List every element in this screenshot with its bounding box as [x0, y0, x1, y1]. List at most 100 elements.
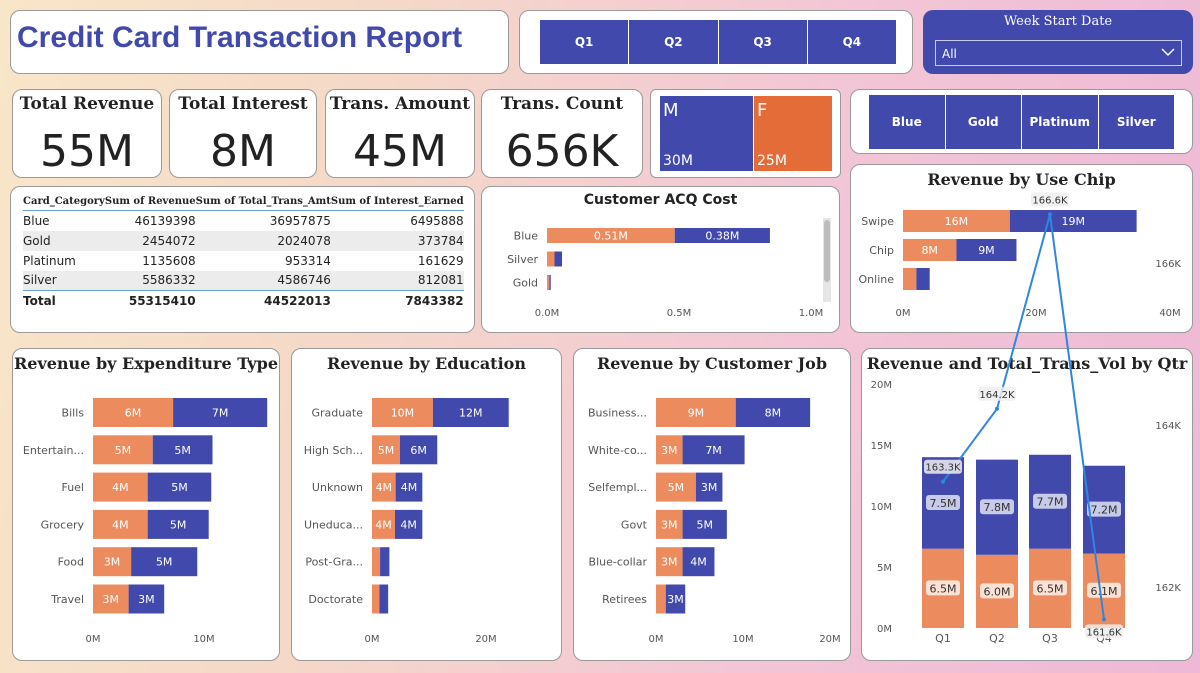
- bar-segment-male: [554, 251, 563, 267]
- data-label: 7.8M: [984, 501, 1011, 514]
- category-label: Food: [58, 556, 84, 569]
- category-label: Post-Gra...: [305, 556, 363, 569]
- y2-tick-label: 166K: [1155, 259, 1181, 270]
- x-tick-label: 0.0M: [535, 308, 560, 319]
- category-label: Govt: [621, 518, 648, 531]
- data-label: 3M: [103, 593, 120, 606]
- line-point: [1048, 212, 1052, 217]
- y-tick-label: 15M: [871, 441, 892, 452]
- category-label: Business...: [588, 407, 647, 420]
- data-label: 4M: [375, 518, 392, 531]
- data-label: 3M: [661, 444, 678, 457]
- data-label: 4M: [401, 481, 418, 494]
- category-label: Bills: [62, 407, 85, 420]
- data-label: 8M: [765, 407, 782, 420]
- bar-segment-female: [547, 251, 555, 267]
- trans-vol-line: [942, 214, 1105, 620]
- data-label: 4M: [112, 518, 129, 531]
- y-tick-label: 0M: [877, 624, 892, 635]
- data-label: 6.0M: [984, 585, 1011, 598]
- data-label: 7.5M: [930, 497, 957, 510]
- data-label: 9M: [978, 244, 995, 257]
- x-tick-label: Q3: [1042, 632, 1058, 645]
- y2-tick-label: 162K: [1155, 583, 1181, 594]
- data-label: 3M: [138, 593, 155, 606]
- data-label: 4M: [112, 481, 129, 494]
- data-label: 6M: [410, 444, 427, 457]
- category-label: Unknown: [312, 481, 363, 494]
- data-label: 7M: [212, 407, 229, 420]
- data-label: 3M: [701, 481, 718, 494]
- charts-layer: Blue 0.51M 0.38M Silver Gold 0.0M 0.5M 1.0M Swip…: [23, 192, 1181, 645]
- category-label: Swipe: [861, 215, 894, 228]
- data-label: 3M: [661, 556, 678, 569]
- data-label: 7M: [705, 444, 722, 457]
- y-tick-label: 5M: [877, 563, 892, 574]
- line-data-label: 163.3K: [925, 463, 961, 474]
- data-label: 4M: [400, 518, 417, 531]
- x-tick-label: 0M: [649, 634, 664, 645]
- data-label: 5M: [378, 444, 395, 457]
- line-data-label: 161.6K: [1086, 627, 1122, 638]
- y-tick-label: 20M: [871, 380, 892, 391]
- line-data-label: 166.6K: [1032, 195, 1068, 206]
- category-label: Blue: [514, 230, 539, 243]
- bar-segment-female: [656, 584, 666, 614]
- x-tick-label: 0.5M: [667, 308, 692, 319]
- x-tick-label: 10M: [732, 634, 753, 645]
- x-tick-label: 0M: [896, 308, 911, 319]
- category-label: Uneduca...: [304, 518, 363, 531]
- bar-segment-male: [916, 268, 930, 290]
- data-label: 3M: [661, 518, 678, 531]
- data-label: 3M: [104, 556, 121, 569]
- data-label: 7.2M: [1091, 504, 1118, 517]
- bar-segment-female: [372, 547, 381, 577]
- category-label: White-co...: [588, 444, 647, 457]
- data-label: 7.7M: [1037, 496, 1064, 509]
- data-label: 6M: [125, 407, 142, 420]
- bar-segment-female: [372, 584, 380, 614]
- x-tick-label: 0M: [365, 634, 380, 645]
- category-label: Fuel: [61, 481, 84, 494]
- x-tick-label: 40M: [1159, 308, 1180, 319]
- bar-segment-female: [547, 275, 550, 290]
- line-data-label: 164.2K: [979, 390, 1015, 401]
- category-label: Gold: [513, 277, 538, 290]
- x-tick-label: 20M: [475, 634, 496, 645]
- data-label: 16M: [945, 215, 969, 228]
- category-label: Silver: [507, 253, 538, 266]
- category-label: Travel: [50, 593, 84, 606]
- category-label: High Sch...: [304, 444, 363, 457]
- bar-segment-male: [379, 584, 389, 614]
- data-label: 0.38M: [705, 230, 739, 243]
- data-label: 6.5M: [1037, 582, 1064, 595]
- data-label: 5M: [668, 481, 685, 494]
- x-tick-label: 10M: [193, 634, 214, 645]
- x-tick-label: Q2: [989, 632, 1005, 645]
- category-label: Retirees: [602, 593, 647, 606]
- data-label: 5M: [174, 444, 191, 457]
- data-label: 19M: [1061, 215, 1085, 228]
- data-label: 4M: [376, 481, 393, 494]
- category-label: Grocery: [41, 518, 85, 531]
- bar-segment-female: [903, 268, 917, 290]
- category-label: Blue-collar: [589, 556, 648, 569]
- bar-segment-male: [380, 547, 390, 577]
- data-label: 6.5M: [930, 582, 957, 595]
- y-tick-label: 10M: [871, 502, 892, 513]
- data-label: 12M: [459, 407, 483, 420]
- data-label: 0.51M: [594, 230, 628, 243]
- category-label: Entertain...: [23, 444, 84, 457]
- data-label: 9M: [688, 407, 705, 420]
- data-label: 3M: [667, 593, 684, 606]
- data-label: 5M: [115, 444, 132, 457]
- bar-segment-male: [549, 275, 551, 290]
- category-label: Selfempl...: [588, 481, 647, 494]
- x-tick-label: Q1: [935, 632, 951, 645]
- data-label: 10M: [391, 407, 415, 420]
- category-label: Graduate: [311, 407, 363, 420]
- x-tick-label: 20M: [1025, 308, 1046, 319]
- x-tick-label: 20M: [819, 634, 840, 645]
- data-label: 6.1M: [1091, 585, 1118, 598]
- y2-tick-label: 164K: [1155, 421, 1181, 432]
